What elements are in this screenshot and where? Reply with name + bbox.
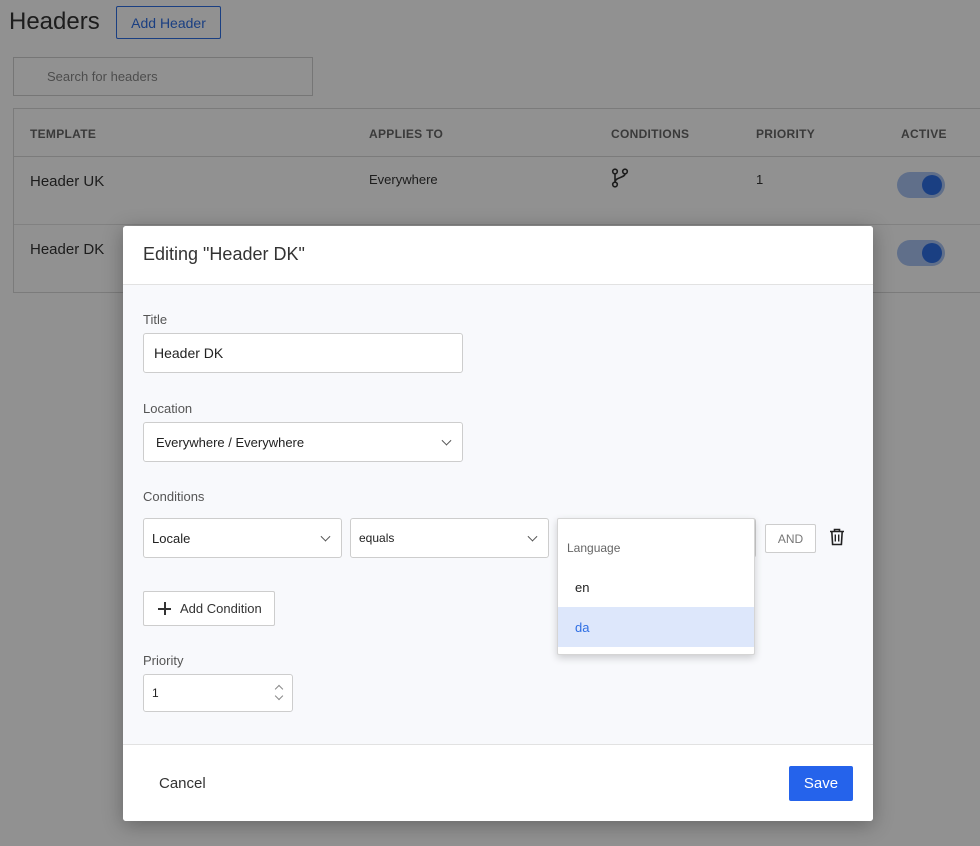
dropdown-option-en[interactable]: en [558, 567, 754, 607]
and-button[interactable]: AND [765, 524, 816, 553]
condition-field-value: Locale [152, 530, 191, 546]
trash-icon[interactable] [829, 528, 845, 546]
chevron-down-icon [527, 531, 538, 542]
location-label: Location [143, 401, 193, 416]
location-select[interactable]: Everywhere / Everywhere [143, 422, 463, 462]
priority-label: Priority [143, 653, 184, 668]
cancel-button[interactable]: Cancel [159, 775, 206, 792]
condition-operator-value: equals [359, 531, 395, 545]
add-condition-label: Add Condition [180, 601, 262, 616]
modal-footer: Cancel Save [123, 744, 873, 821]
dropdown-group-label: Language [567, 541, 621, 555]
location-value: Everywhere / Everywhere [156, 434, 305, 450]
add-condition-button[interactable]: Add Condition [143, 591, 275, 626]
dropdown-option-da[interactable]: da [558, 607, 754, 647]
title-label: Title [143, 312, 168, 327]
condition-field-select[interactable]: Locale [143, 518, 342, 558]
plus-icon [158, 602, 171, 615]
edit-header-modal: Editing "Header DK" Title Header DK Loca… [123, 226, 873, 821]
language-dropdown: Language en da [557, 518, 755, 655]
save-button[interactable]: Save [789, 766, 853, 801]
chevron-down-icon [320, 531, 331, 542]
priority-input[interactable]: 1 [143, 674, 293, 712]
chevron-down-icon [441, 435, 452, 446]
conditions-label: Conditions [143, 489, 205, 504]
modal-title: Editing "Header DK" [143, 244, 305, 264]
condition-operator-select[interactable]: equals [350, 518, 549, 558]
number-stepper-icon[interactable] [274, 683, 284, 703]
priority-value: 1 [152, 686, 159, 700]
title-input[interactable]: Header DK [143, 333, 463, 373]
modal-header: Editing "Header DK" [123, 226, 873, 285]
